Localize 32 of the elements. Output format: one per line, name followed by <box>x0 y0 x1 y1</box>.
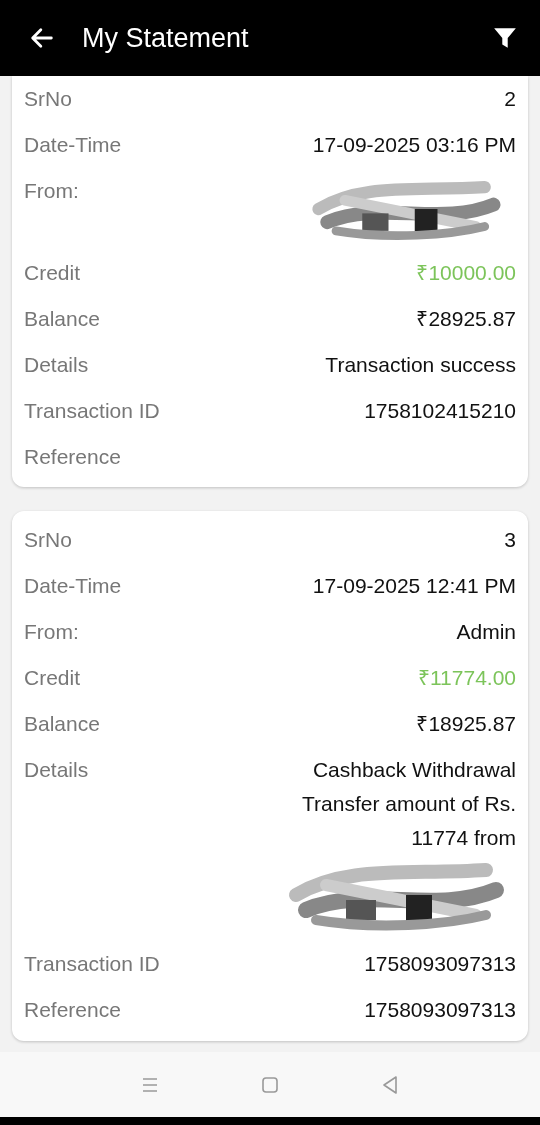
field-label: Transaction ID <box>24 951 160 977</box>
field-label: SrNo <box>24 86 72 112</box>
field-value: 1758093097313 <box>364 951 516 977</box>
field-value: 17-09-2025 12:41 PM <box>312 573 516 599</box>
field-value: 2 <box>504 86 516 112</box>
field-value: 3 <box>504 527 516 553</box>
screen-title: My Statement <box>82 22 250 54</box>
field-label: SrNo <box>24 527 72 553</box>
field-label: Reference <box>24 997 121 1023</box>
field-value: ₹11774.00 <box>417 665 516 691</box>
field-label: Balance <box>24 711 100 737</box>
field-value: 17-09-2025 03:16 PM <box>312 132 516 158</box>
field-value: Transaction success <box>325 352 516 378</box>
field-value: 1758102415210 <box>364 398 516 424</box>
filter-icon[interactable] <box>492 25 518 51</box>
field-value: 1758093097313 <box>364 997 516 1023</box>
field-label: Date-Time <box>24 132 122 158</box>
field-label: Balance <box>24 306 100 332</box>
field-label: Date-Time <box>24 573 122 599</box>
field-value: Cashback Withdrawal Transfer amount of Rs. 11774 from <box>301 757 516 851</box>
field-label: Details <box>24 757 89 783</box>
field-value: Admin <box>456 619 516 645</box>
field-label: Transaction ID <box>24 398 160 424</box>
field-label: Details <box>24 352 89 378</box>
field-label: Reference <box>24 444 121 470</box>
field-label: Credit <box>24 665 81 691</box>
field-label: From: <box>24 178 79 204</box>
field-value: ₹18925.87 <box>416 711 516 737</box>
field-value: ₹28925.87 <box>416 306 516 332</box>
field-label: From: <box>24 619 79 645</box>
field-value: ₹10000.00 <box>416 260 516 286</box>
field-label: Credit <box>24 260 81 286</box>
